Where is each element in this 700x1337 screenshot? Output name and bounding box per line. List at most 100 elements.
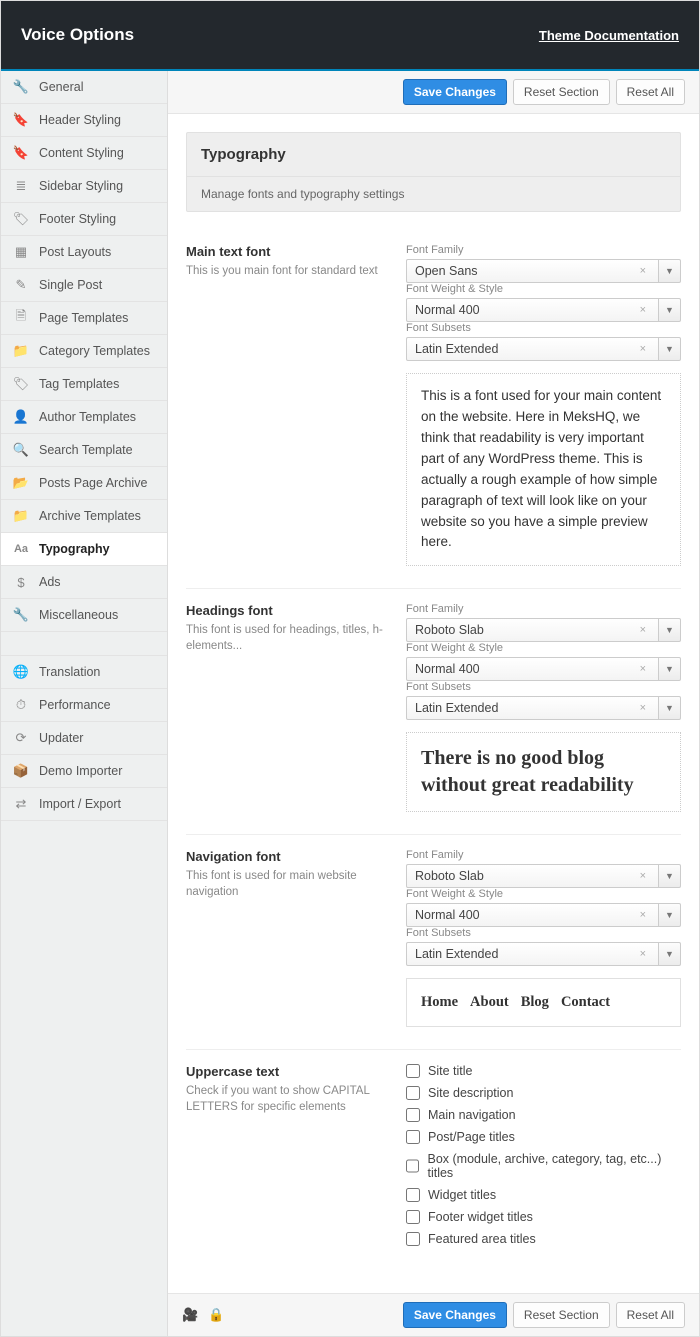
sidebar-item-category-templates[interactable]: 📁Category Templates — [1, 335, 167, 368]
nav-family-select[interactable]: Roboto Slab× — [406, 864, 659, 888]
chevron-down-icon[interactable]: ▼ — [659, 298, 681, 322]
sidebar-item-label: Translation — [39, 665, 100, 679]
uppercase-option-label: Post/Page titles — [428, 1130, 515, 1144]
chevron-down-icon[interactable]: ▼ — [659, 696, 681, 720]
uppercase-checkbox[interactable] — [406, 1188, 420, 1202]
sidebar-item-typography[interactable]: AaTypography — [1, 533, 167, 566]
main-font-desc: This is you main font for standard text — [186, 263, 386, 279]
chevron-down-icon[interactable]: ▼ — [659, 903, 681, 927]
headings-subsets-select[interactable]: Latin Extended× — [406, 696, 659, 720]
section-uppercase: Uppercase text Check if you want to show… — [186, 1050, 681, 1276]
uppercase-checkbox[interactable] — [406, 1086, 420, 1100]
folder-icon: 📁 — [13, 343, 29, 359]
reset-section-button-bottom[interactable]: Reset Section — [513, 1302, 610, 1328]
nav-subsets-value: Latin Extended — [415, 947, 498, 961]
nav-font-title: Navigation font — [186, 849, 386, 864]
sidebar-item-miscellaneous[interactable]: 🔧Miscellaneous — [1, 599, 167, 632]
sidebar-item-post-layouts[interactable]: ▦Post Layouts — [1, 236, 167, 269]
sidebar-item-label: Single Post — [39, 278, 102, 292]
camera-icon[interactable]: 🎥 — [182, 1307, 198, 1323]
chevron-down-icon[interactable]: ▼ — [659, 337, 681, 361]
sidebar-item-page-templates[interactable]: 🗎Page Templates — [1, 302, 167, 335]
uppercase-option-label: Featured area titles — [428, 1232, 536, 1246]
uppercase-checkbox[interactable] — [406, 1130, 420, 1144]
reset-section-button[interactable]: Reset Section — [513, 79, 610, 105]
save-button-bottom[interactable]: Save Changes — [403, 1302, 507, 1328]
reset-all-button-bottom[interactable]: Reset All — [616, 1302, 685, 1328]
aa-icon: Aa — [13, 541, 29, 557]
uppercase-option-label: Widget titles — [428, 1188, 496, 1202]
uppercase-option[interactable]: Post/Page titles — [406, 1130, 681, 1144]
sidebar-item-author-templates[interactable]: 👤Author Templates — [1, 401, 167, 434]
sidebar-item-performance[interactable]: ⏱Performance — [1, 689, 167, 722]
sidebar-item-header-styling[interactable]: 🔖 Header Styling — [1, 104, 167, 137]
uppercase-checkbox[interactable] — [406, 1210, 420, 1224]
uppercase-option[interactable]: Site description — [406, 1086, 681, 1100]
nav-subsets-select[interactable]: Latin Extended × — [406, 942, 659, 966]
headings-weight-select[interactable]: Normal 400× — [406, 657, 659, 681]
sidebar-item-sidebar-styling[interactable]: ≣Sidebar Styling — [1, 170, 167, 203]
clear-icon[interactable]: × — [636, 702, 650, 714]
clear-icon[interactable]: × — [636, 304, 650, 316]
uppercase-checkbox[interactable] — [406, 1064, 420, 1078]
sidebar-item-search-template[interactable]: 🔍 Search Template — [1, 434, 167, 467]
uppercase-title: Uppercase text — [186, 1064, 386, 1079]
main-subsets-select[interactable]: Latin Extended× — [406, 337, 659, 361]
uppercase-option[interactable]: Featured area titles — [406, 1232, 681, 1246]
sidebar-item-label: Header Styling — [39, 113, 121, 127]
save-button[interactable]: Save Changes — [403, 79, 507, 105]
uppercase-checkbox[interactable] — [406, 1232, 420, 1246]
sidebar-item-archive-templates[interactable]: 📁Archive Templates — [1, 500, 167, 533]
bookmark-o-icon: 🏷 — [13, 211, 29, 227]
sidebar-item-ads[interactable]: $Ads — [1, 566, 167, 599]
uppercase-option[interactable]: Box (module, archive, category, tag, etc… — [406, 1152, 681, 1180]
sidebar-item-demo-importer[interactable]: 📦 Demo Importer — [1, 755, 167, 788]
sidebar-item-content-styling[interactable]: 🔖Content Styling — [1, 137, 167, 170]
chevron-down-icon[interactable]: ▼ — [659, 259, 681, 283]
headings-preview: There is no good blog without great read… — [406, 732, 681, 812]
search-icon: 🔍 — [13, 442, 29, 458]
lock-icon[interactable]: 🔒 — [208, 1307, 224, 1323]
uppercase-option[interactable]: Main navigation — [406, 1108, 681, 1122]
reset-all-button[interactable]: Reset All — [616, 79, 685, 105]
sidebar-item-translation[interactable]: 🌐Translation — [1, 656, 167, 689]
sidebar-item-import-export[interactable]: ⇄Import / Export — [1, 788, 167, 821]
nav-subsets-label: Font Subsets — [406, 927, 681, 939]
headings-family-select[interactable]: Roboto Slab× — [406, 618, 659, 642]
sidebar-item-label: Author Templates — [39, 410, 136, 424]
sidebar-item-label: Posts Page Archive — [39, 476, 147, 490]
clear-icon[interactable]: × — [636, 624, 650, 636]
sidebar-item-footer-styling[interactable]: 🏷Footer Styling — [1, 203, 167, 236]
chevron-down-icon[interactable]: ▼ — [659, 942, 681, 966]
chevron-down-icon[interactable]: ▼ — [659, 864, 681, 888]
wrench-icon: 🔧 — [13, 607, 29, 623]
sidebar-item-label: Search Template — [39, 443, 133, 457]
main-weight-select[interactable]: Normal 400× — [406, 298, 659, 322]
doc-link[interactable]: Theme Documentation — [539, 28, 679, 43]
nav-weight-select[interactable]: Normal 400× — [406, 903, 659, 927]
wrench-icon: 🔧 — [13, 79, 29, 95]
sidebar-item-posts-page-archive[interactable]: 📂Posts Page Archive — [1, 467, 167, 500]
uppercase-option[interactable]: Footer widget titles — [406, 1210, 681, 1224]
sidebar-item-updater[interactable]: ⟳Updater — [1, 722, 167, 755]
clear-icon[interactable]: × — [636, 265, 650, 277]
uppercase-option[interactable]: Widget titles — [406, 1188, 681, 1202]
box-icon: 📦 — [13, 763, 29, 779]
uppercase-option[interactable]: Site title — [406, 1064, 681, 1078]
chevron-down-icon[interactable]: ▼ — [659, 618, 681, 642]
uppercase-checkbox[interactable] — [406, 1108, 420, 1122]
sidebar-item-label: Demo Importer — [39, 764, 122, 778]
main-family-select[interactable]: Open Sans× — [406, 259, 659, 283]
clear-icon[interactable]: × — [636, 948, 650, 960]
uppercase-checkbox[interactable] — [406, 1159, 419, 1173]
bookmark-icon: 🔖 — [13, 112, 29, 128]
clear-icon[interactable]: × — [636, 870, 650, 882]
clear-icon[interactable]: × — [636, 343, 650, 355]
sidebar-item-single-post[interactable]: ✎Single Post — [1, 269, 167, 302]
sidebar-item-tag-templates[interactable]: 🏷Tag Templates — [1, 368, 167, 401]
clear-icon[interactable]: × — [636, 909, 650, 921]
chevron-down-icon[interactable]: ▼ — [659, 657, 681, 681]
grid-icon: ▦ — [13, 244, 29, 260]
clear-icon[interactable]: × — [636, 663, 650, 675]
sidebar-item-general[interactable]: 🔧General — [1, 71, 167, 104]
